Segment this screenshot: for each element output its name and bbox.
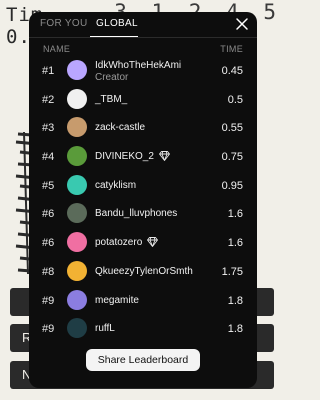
row-username-text: _TBM_ [95,93,128,105]
avatar[interactable] [67,146,87,167]
avatar[interactable] [67,318,87,339]
diamond-icon [147,237,159,250]
avatar[interactable] [67,174,87,195]
row-time: 0.75 [221,151,243,164]
share-leaderboard-button[interactable]: Share Leaderboard [86,349,200,371]
close-icon[interactable] [235,17,249,31]
row-rank: #5 [42,179,55,192]
row-username-text: zack-castle [95,122,146,134]
row-rank: #4 [42,151,55,164]
row-username-text: catyklism [95,179,137,191]
row-username[interactable]: _TBM_ [95,94,127,105]
leaderboard-row[interactable]: #9 megamite 1.8 [29,286,257,315]
avatar[interactable] [67,203,87,224]
row-rank: #2 [42,93,55,106]
tab-for-you[interactable]: FOR YOU [40,18,87,29]
leaderboard-row[interactable]: #4 DIVINEKO_2 0.75 [29,142,257,171]
row-username-text: Bandu_lluvphones [95,208,178,220]
avatar[interactable] [67,289,87,310]
diamond-icon [158,151,170,164]
row-username[interactable]: DIVINEKO_2 [95,151,170,164]
avatar[interactable] [67,88,87,109]
leaderboard-row[interactable]: #6 potatozero 1.6 [29,228,257,257]
leaderboard-row[interactable]: #2 _TBM_ 0.5 [29,85,257,114]
row-time: 0.5 [227,93,243,106]
row-username-text: QkueezyTylenOrSmth [95,265,193,277]
column-header-name: NAME [43,44,71,54]
row-username[interactable]: QkueezyTylenOrSmth [95,266,193,277]
row-username[interactable]: megamite [95,295,139,306]
leaderboard-row[interactable]: #5 catyklism 0.95 [29,171,257,200]
row-rank: #1 [42,65,55,77]
row-rank: #8 [42,265,55,278]
row-username[interactable]: catyklism [95,180,136,191]
column-header-time: TIME [220,44,243,54]
row-username-text: ruffL [95,323,115,335]
row-time: 1.6 [227,208,243,221]
avatar[interactable] [67,60,87,80]
leaderboard-modal: FOR YOU GLOBAL NAME TIME #1 IdkWhoTheHekA… [29,12,257,388]
leaderboard-row[interactable]: #6 Bandu_lluvphones 1.6 [29,199,257,228]
leaderboard-row[interactable]: #1 IdkWhoTheHekAmi Creator 0.45 [29,56,257,85]
row-rank: #6 [42,237,55,250]
row-username[interactable]: potatozero [95,237,159,250]
row-rank: #9 [42,323,55,336]
row-time: 1.75 [221,265,243,278]
row-username-text: potatozero [95,237,143,249]
leaderboard-list: #1 IdkWhoTheHekAmi Creator 0.45 #2 _TBM_ 0.5 #3… [29,56,257,343]
avatar[interactable] [67,117,87,138]
row-time: 0.45 [221,65,243,77]
row-time: 0.95 [221,179,243,192]
leaderboard-row[interactable]: #3 zack-castle 0.55 [29,113,257,142]
row-username-text: megamite [95,294,139,306]
leaderboard-tabs: FOR YOU GLOBAL [29,12,257,38]
row-time: 1.8 [227,294,243,307]
avatar[interactable] [67,232,87,253]
row-rank: #6 [42,208,55,221]
row-username[interactable]: zack-castle [95,122,145,133]
tabs-divider [29,37,257,38]
leaderboard-row[interactable]: #9 ruffL 1.8 [29,314,257,343]
row-username[interactable]: Bandu_lluvphones [95,208,177,219]
row-username[interactable]: ruffL [95,323,115,334]
row-username[interactable]: IdkWhoTheHekAmi [95,60,181,71]
row-subtitle: Creator [95,72,129,83]
tab-global[interactable]: GLOBAL [96,18,138,29]
row-time: 1.6 [227,237,243,250]
leaderboard-row[interactable]: #8 QkueezyTylenOrSmth 1.75 [29,257,257,286]
row-time: 0.55 [221,122,243,135]
row-username-text: DIVINEKO_2 [95,151,154,163]
row-time: 1.8 [227,323,243,336]
avatar[interactable] [67,260,87,281]
row-rank: #3 [42,122,55,135]
row-username-text: IdkWhoTheHekAmi [95,60,182,71]
row-rank: #9 [42,294,55,307]
